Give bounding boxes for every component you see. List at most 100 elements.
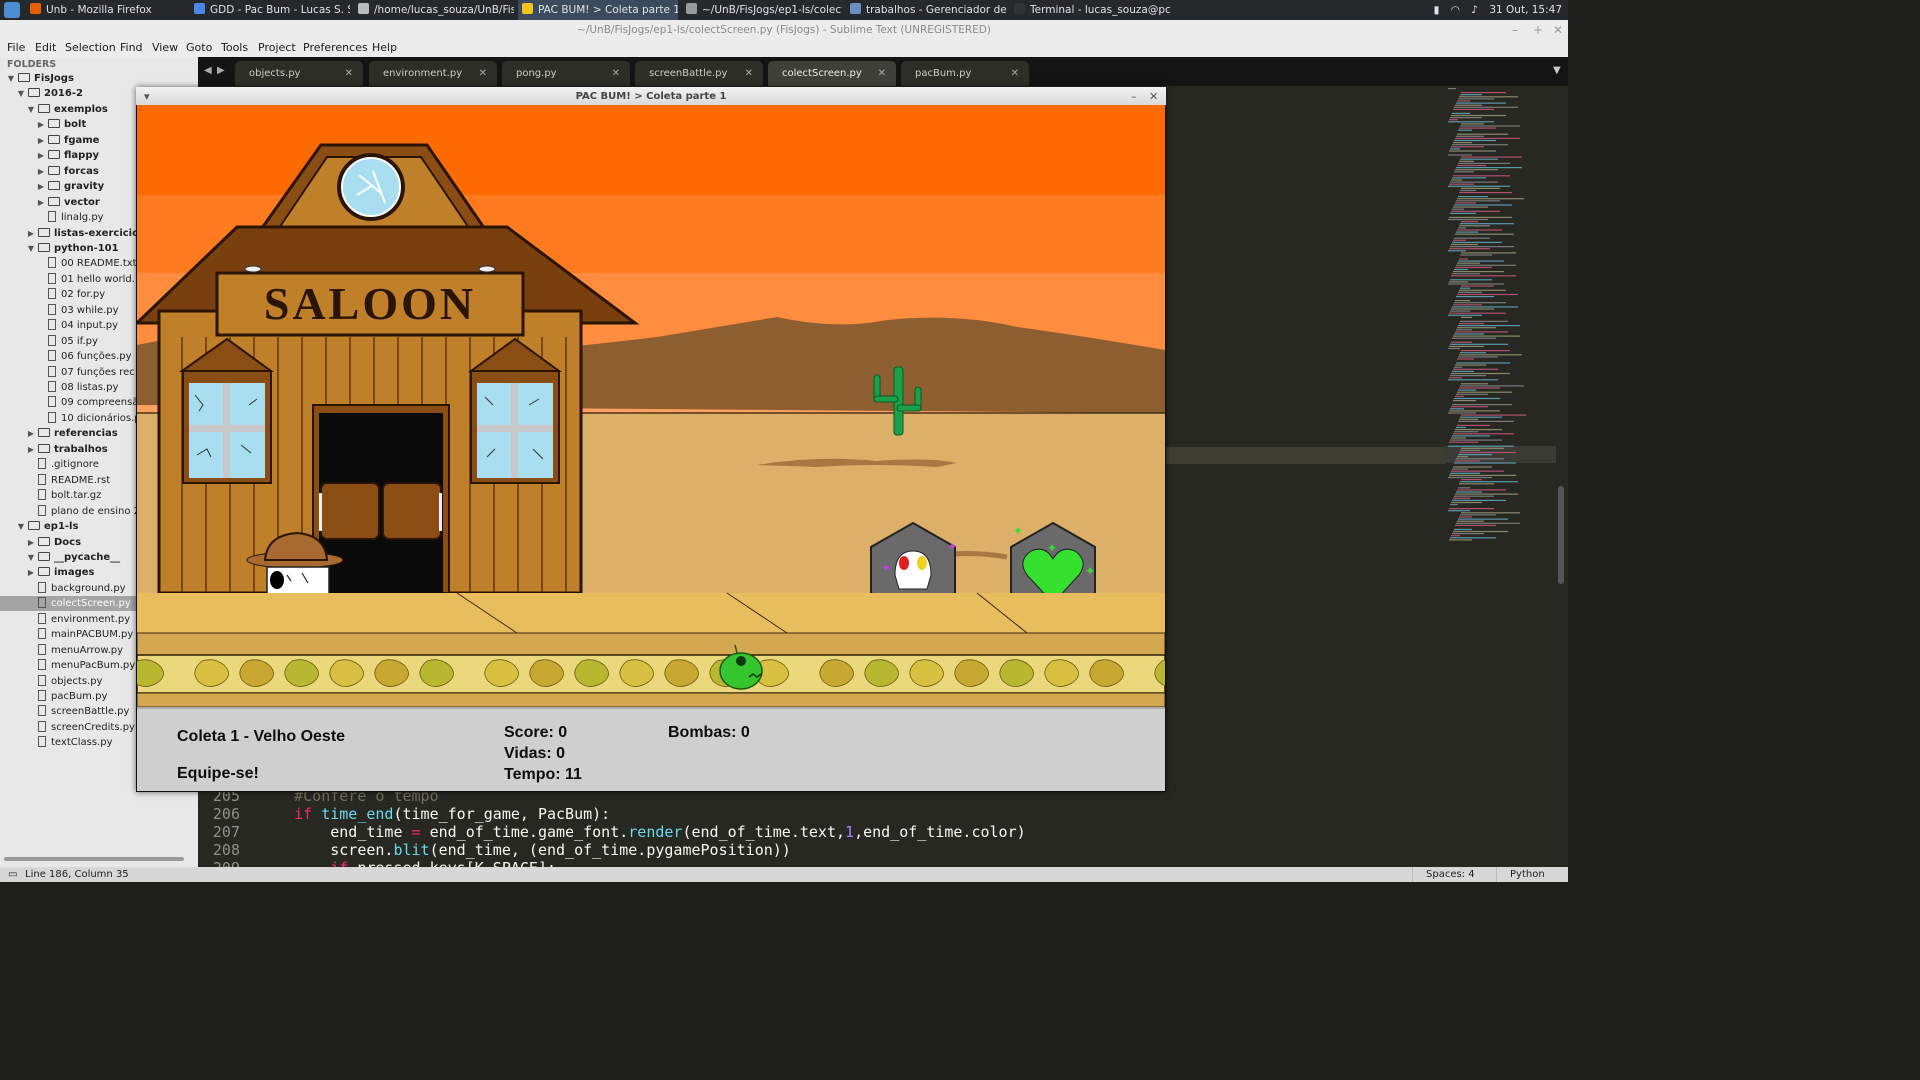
sidebar-file[interactable]: 10 dicionários.p: [36, 411, 141, 426]
volume-icon[interactable]: ♪: [1471, 4, 1478, 16]
editor-tab[interactable]: objects.py ✕: [235, 61, 363, 86]
tab-close-icon[interactable]: ✕: [612, 61, 620, 86]
minimize-icon[interactable]: –: [1512, 20, 1518, 41]
tab-close-icon[interactable]: ✕: [745, 61, 753, 86]
sidebar-folder[interactable]: ▼ __pycache__: [26, 550, 120, 565]
game-minimize-icon[interactable]: –: [1131, 87, 1137, 106]
sidebar-file[interactable]: screenCredits.py: [26, 720, 135, 735]
sidebar-file[interactable]: .gitignore: [26, 457, 99, 472]
taskbar-task[interactable]: Unb - Mozilla Firefox: [26, 0, 186, 20]
sidebar-file[interactable]: background.py: [26, 581, 126, 596]
sidebar-file[interactable]: 04 input.py: [36, 318, 118, 333]
editor-tab[interactable]: environment.py ✕: [369, 61, 497, 86]
sidebar-folder[interactable]: ▶ gravity: [36, 179, 104, 194]
game-close-icon[interactable]: ✕: [1149, 87, 1158, 106]
sidebar-file[interactable]: environment.py: [26, 612, 130, 627]
minimap[interactable]: [1444, 86, 1544, 867]
menu-selection[interactable]: Selection: [65, 41, 116, 54]
sidebar-file[interactable]: 03 while.py: [36, 303, 119, 318]
menu-project[interactable]: Project: [258, 41, 296, 54]
menu-goto[interactable]: Goto: [186, 41, 212, 54]
tab-close-icon[interactable]: ✕: [345, 61, 353, 86]
sidebar-file[interactable]: menuPacBum.py: [26, 658, 135, 673]
sidebar-file[interactable]: 06 funções.py: [36, 349, 132, 364]
sidebar-file[interactable]: 07 funções rec: [36, 365, 135, 380]
sidebar-folder[interactable]: ▶ flappy: [36, 148, 99, 163]
sidebar-file[interactable]: pacBum.py: [26, 689, 107, 704]
expand-down-icon[interactable]: ▼: [16, 519, 26, 534]
tab-close-icon[interactable]: ✕: [1011, 61, 1019, 86]
menu-view[interactable]: View: [152, 41, 178, 54]
sidebar-folder[interactable]: ▶ vector: [36, 195, 100, 210]
expand-down-icon[interactable]: ▼: [26, 241, 36, 256]
editor-tab[interactable]: screenBattle.py ✕: [635, 61, 763, 86]
close-icon[interactable]: ✕: [1553, 20, 1563, 41]
sidebar-file[interactable]: 08 listas.py: [36, 380, 118, 395]
game-window[interactable]: ▾ PAC BUM! > Coleta parte 1 – ✕ SALOON ✦…: [136, 87, 1166, 792]
expand-right-icon[interactable]: ▶: [26, 226, 36, 241]
expand-right-icon[interactable]: ▶: [26, 426, 36, 441]
expand-down-icon[interactable]: ▼: [16, 86, 26, 101]
sidebar-file[interactable]: screenBattle.py: [26, 704, 129, 719]
menu-tools[interactable]: Tools: [221, 41, 248, 54]
editor-scrollbar[interactable]: [1558, 486, 1564, 584]
taskbar-task[interactable]: ~/UnB/FisJogs/ep1-ls/colectS...: [682, 0, 842, 20]
taskbar-task[interactable]: trabalhos - Gerenciador de a...: [846, 0, 1006, 20]
expand-right-icon[interactable]: ▶: [36, 164, 46, 179]
tab-close-icon[interactable]: ✕: [479, 61, 487, 86]
menu-edit[interactable]: Edit: [35, 41, 56, 54]
sidebar-file[interactable]: objects.py: [26, 674, 102, 689]
taskbar-task[interactable]: Terminal - lucas_souza@pc: ...: [1010, 0, 1170, 20]
sidebar-file[interactable]: 02 for.py: [36, 287, 105, 302]
clock[interactable]: 31 Out, 15:47: [1489, 4, 1562, 16]
sidebar-file[interactable]: 00 README.txt: [36, 256, 137, 271]
battery-icon[interactable]: ▮: [1434, 4, 1440, 16]
taskbar-task[interactable]: GDD - Pac Bum - Lucas S. So...: [190, 0, 350, 20]
taskbar-task[interactable]: /home/lucas_souza/UnB/FisJ...: [354, 0, 514, 20]
editor-tab[interactable]: pacBum.py ✕: [901, 61, 1029, 86]
sidebar-file[interactable]: 05 if.py: [36, 334, 98, 349]
sidebar-folder[interactable]: ▶ bolt: [36, 117, 86, 132]
expand-down-icon[interactable]: ▼: [26, 102, 36, 117]
expand-right-icon[interactable]: ▶: [36, 148, 46, 163]
editor-tab[interactable]: pong.py ✕: [502, 61, 630, 86]
tab-overflow-icon[interactable]: ▼: [1553, 65, 1561, 76]
expand-right-icon[interactable]: ▶: [36, 133, 46, 148]
expand-right-icon[interactable]: ▶: [36, 179, 46, 194]
menu-help[interactable]: Help: [372, 41, 397, 54]
tab-close-icon[interactable]: ✕: [878, 61, 886, 86]
sidebar-scrollbar[interactable]: [4, 857, 184, 861]
sidebar-folder[interactable]: ▶ images: [26, 565, 95, 580]
tab-scroll-left-icon[interactable]: ◀: [204, 65, 212, 76]
sidebar-folder[interactable]: ▶ forcas: [36, 164, 99, 179]
sidebar-folder[interactable]: ▼ exemplos: [26, 102, 108, 117]
sidebar-file[interactable]: menuArrow.py: [26, 643, 123, 658]
expand-right-icon[interactable]: ▶: [26, 565, 36, 580]
app-menu-icon[interactable]: [4, 2, 20, 18]
sidebar-folder[interactable]: ▶ listas-exercicios: [26, 226, 145, 241]
menu-find[interactable]: Find: [120, 41, 143, 54]
expand-down-icon[interactable]: ▼: [6, 71, 16, 86]
sidebar-folder[interactable]: ▶ Docs: [26, 535, 81, 550]
expand-right-icon[interactable]: ▶: [36, 117, 46, 132]
sidebar-file[interactable]: 09 compreensã: [36, 395, 138, 410]
sidebar-folder[interactable]: ▼ FisJogs: [6, 71, 74, 86]
sidebar-folder[interactable]: ▼ ep1-ls: [16, 519, 78, 534]
menu-file[interactable]: File: [7, 41, 25, 54]
code-line[interactable]: 206 if time_end(time_for_game, PacBum):: [198, 805, 610, 823]
sidebar-file[interactable]: README.rst: [26, 473, 110, 488]
syntax-setting[interactable]: Python: [1510, 867, 1545, 882]
code-line[interactable]: 207 end_time = end_of_time.game_font.ren…: [198, 823, 1026, 841]
sidebar-folder[interactable]: ▼ 2016-2: [16, 86, 83, 101]
game-title-bar[interactable]: ▾ PAC BUM! > Coleta parte 1 – ✕: [136, 87, 1166, 105]
sidebar-folder[interactable]: ▶ fgame: [36, 133, 99, 148]
expand-down-icon[interactable]: ▼: [26, 550, 36, 565]
sidebar-file[interactable]: linalg.py: [36, 210, 104, 225]
sidebar-folder[interactable]: ▶ referencias: [26, 426, 118, 441]
taskbar-task[interactable]: PAC BUM! > Coleta parte 1: [518, 0, 678, 20]
game-scene[interactable]: SALOON ✦ ✦ ✦ ✦ ✦: [137, 105, 1165, 707]
sidebar-folder[interactable]: ▼ python-101: [26, 241, 119, 256]
indentation-setting[interactable]: Spaces: 4: [1426, 867, 1475, 882]
tab-scroll-right-icon[interactable]: ▶: [217, 65, 225, 76]
sidebar-file[interactable]: textClass.py: [26, 735, 113, 750]
